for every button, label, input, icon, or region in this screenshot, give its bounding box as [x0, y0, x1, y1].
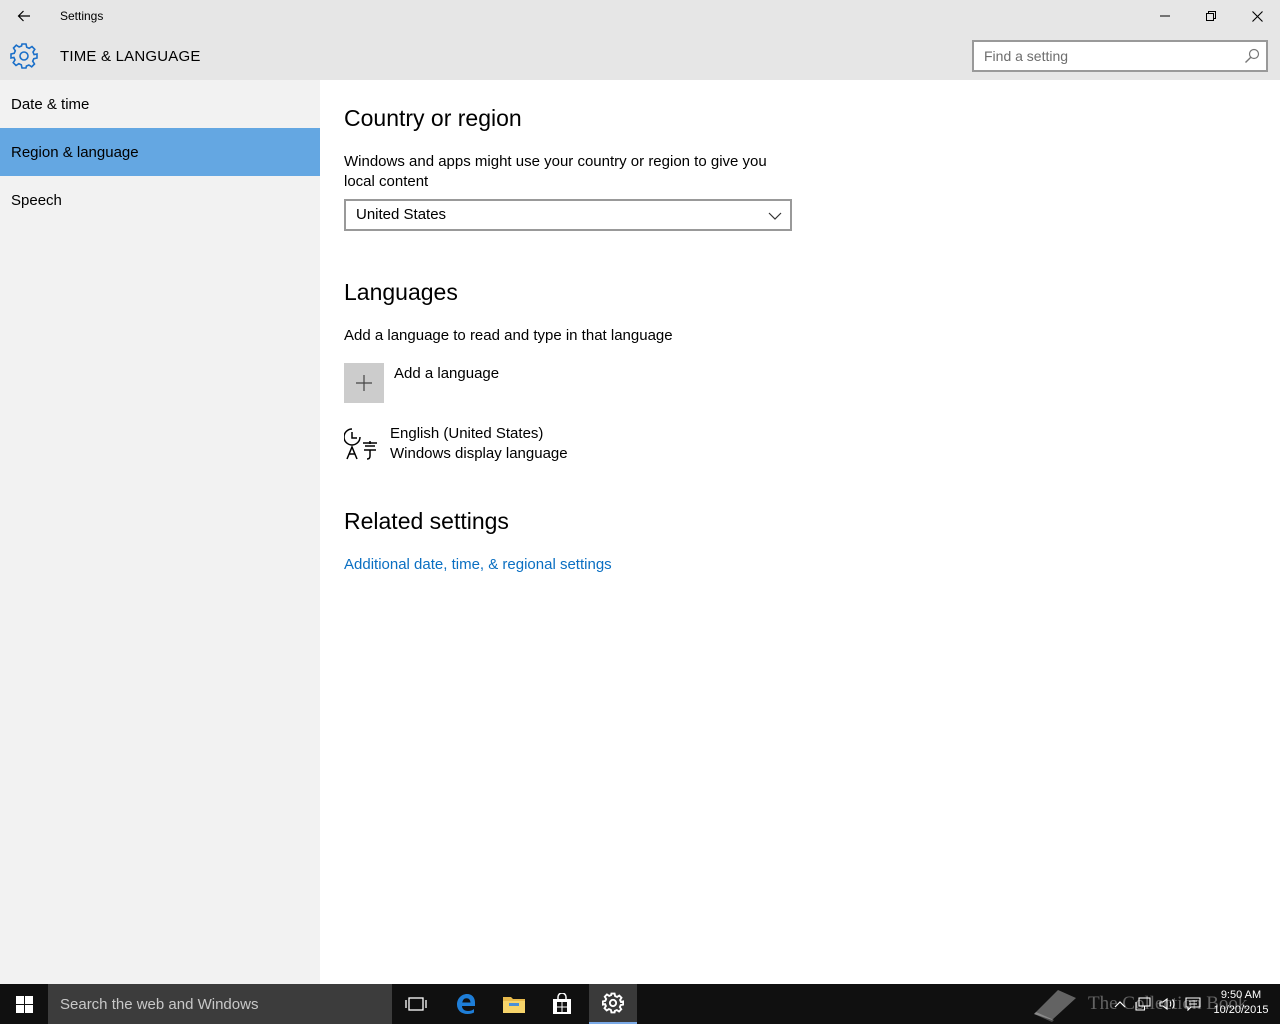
gear-icon	[10, 43, 38, 69]
add-language-label[interactable]: Add a language	[394, 365, 499, 382]
back-arrow-icon[interactable]	[8, 0, 40, 32]
taskbar-search[interactable]: Search the web and Windows	[48, 984, 392, 1024]
languages-heading: Languages	[344, 279, 458, 305]
clock-date: 10/20/2015	[1213, 1004, 1269, 1016]
file-explorer-icon[interactable]	[490, 984, 538, 1024]
country-description-line1: Windows and apps might use your country …	[344, 153, 767, 170]
sidebar-item-label: Date & time	[11, 95, 90, 113]
close-button[interactable]	[1234, 0, 1280, 32]
sidebar-item-region-language[interactable]: Region & language	[0, 128, 320, 176]
settings-icon[interactable]	[589, 984, 637, 1024]
languages-description: Add a language to read and type in that …	[344, 327, 673, 344]
additional-regional-settings-link[interactable]: Additional date, time, & regional settin…	[344, 556, 612, 573]
minimize-icon	[1160, 15, 1170, 17]
sidebar-item-label: Speech	[11, 191, 62, 209]
sidebar: Date & time Region & language Speech	[0, 80, 320, 984]
search-box[interactable]	[972, 40, 1268, 72]
add-language-button[interactable]	[344, 363, 384, 403]
country-description-line2: local content	[344, 173, 429, 190]
restore-icon	[1206, 11, 1216, 21]
tray-chevron-up-icon[interactable]	[1110, 984, 1130, 1024]
action-center-icon[interactable]	[1182, 984, 1204, 1024]
close-icon	[1251, 10, 1263, 22]
language-subtitle: Windows display language	[390, 445, 568, 462]
chevron-down-icon	[768, 212, 782, 220]
main-content: Country or region Windows and apps might…	[320, 80, 1280, 984]
edge-icon[interactable]	[442, 984, 490, 1024]
country-heading: Country or region	[344, 105, 522, 131]
taskbar-clock[interactable]: 9:50 AM 10/20/2015	[1206, 988, 1276, 1018]
plus-icon	[356, 375, 372, 391]
sidebar-item-date-time[interactable]: Date & time	[0, 80, 320, 128]
section-title: TIME & LANGUAGE	[60, 48, 201, 65]
minimize-button[interactable]	[1142, 0, 1188, 32]
volume-icon[interactable]	[1156, 984, 1180, 1024]
search-input[interactable]	[974, 42, 1234, 70]
sidebar-item-label: Region & language	[11, 143, 139, 161]
country-selected-value: United States	[356, 206, 447, 223]
store-icon[interactable]	[538, 984, 586, 1024]
taskbar: Search the web and Windows The Collectio…	[0, 984, 1280, 1024]
country-dropdown[interactable]: United States	[344, 199, 792, 231]
title-bar: Settings	[0, 0, 1280, 32]
clock-time: 9:50 AM	[1220, 989, 1262, 1001]
related-settings-heading: Related settings	[344, 508, 509, 534]
search-icon[interactable]	[1244, 48, 1260, 64]
window-title: Settings	[60, 9, 104, 23]
windows-start-icon[interactable]	[0, 984, 48, 1024]
task-view-icon[interactable]	[392, 984, 440, 1024]
language-icon	[344, 428, 377, 460]
settings-header: TIME & LANGUAGE	[0, 32, 1280, 80]
book-icon	[1034, 990, 1076, 1022]
restore-button[interactable]	[1188, 0, 1234, 32]
taskbar-search-placeholder: Search the web and Windows	[60, 996, 259, 1013]
network-icon[interactable]	[1132, 984, 1154, 1024]
sidebar-item-speech[interactable]: Speech	[0, 176, 320, 224]
language-name[interactable]: English (United States)	[390, 425, 543, 442]
